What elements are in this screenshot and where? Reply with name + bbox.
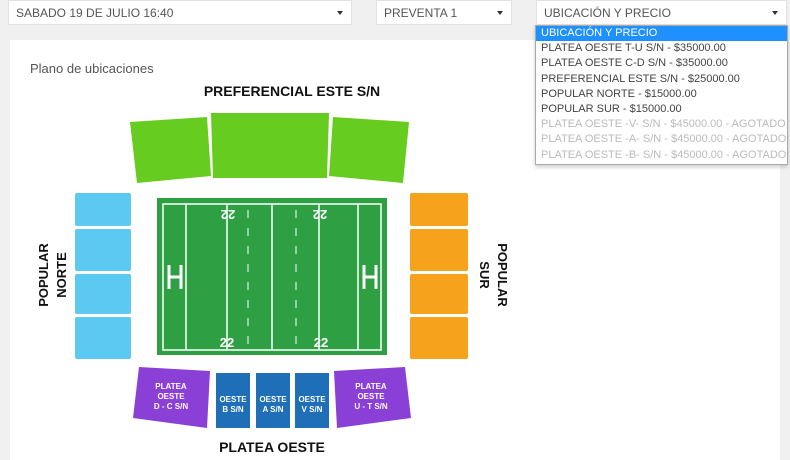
rugby-pitch: 22 22 22 22 [157,198,387,355]
section-label-line: U - T S/N [354,402,388,411]
dropdown-option[interactable]: POPULAR NORTE - $15000.00 [536,87,787,102]
south-label-line2: SUR [477,261,492,289]
section-label-line: PLATEA [355,382,387,391]
dropdown-option[interactable]: UBICACIÓN Y PRECIO [536,26,787,42]
north-label-line2: NORTE [54,252,69,298]
section-label-line: OESTE [259,395,287,404]
section-platea-oeste-dc[interactable]: PLATEA OESTE D - C S/N [133,367,210,428]
north-block-4 [75,317,131,359]
east-stand-center [211,113,329,178]
dropdown-option[interactable]: PREFERENCIAL ESTE S/N - $25000.00 [536,72,787,87]
plan-title: Plano de ubicaciones [30,61,154,76]
field-mark-top-right: 22 [313,207,327,222]
north-label-line1: POPULAR [36,243,51,307]
east-stand-left [130,117,211,183]
north-block-1 [75,193,131,226]
section-label-line: V S/N [302,405,323,414]
field-mark-bottom-left: 22 [220,335,234,350]
south-block-3 [410,274,468,314]
section-oeste-b[interactable]: OESTE B S/N [216,373,250,428]
dropdown-option[interactable]: PLATEA OESTE C-D S/N - $35000.00 [536,56,787,71]
section-label-line: D - C S/N [154,402,188,411]
dropdown-option: PLATEA OESTE -B- S/N - $45000.00 - AGOTA… [541,148,787,161]
section-oeste-a[interactable]: OESTE A S/N [256,373,290,428]
location-dropdown-list: UBICACIÓN Y PRECIO PLATEA OESTE T-U S/N … [535,25,788,165]
west-stand-label: PLATEA OESTE [219,439,325,453]
section-popular-norte[interactable] [75,193,131,359]
section-label-line: B S/N [222,405,244,414]
section-label-line: OESTE [298,395,326,404]
north-block-2 [75,229,131,271]
south-label-line1: POPULAR [495,243,510,307]
section-label-line: PLATEA [155,382,187,391]
dropdown-option: PLATEA OESTE -A- S/N - $45000.00 - AGOTA… [541,133,787,146]
section-preferencial-este[interactable] [130,113,409,183]
field-mark-bottom-right: 22 [314,335,328,350]
section-label-line: OESTE [157,392,185,401]
north-block-3 [75,274,131,314]
section-popular-sur[interactable] [410,193,468,359]
south-block-1 [410,193,468,226]
field-mark-top-left: 22 [221,207,235,222]
dropdown-option[interactable]: PLATEA OESTE T-U S/N - $35000.00 [536,41,787,56]
section-label-line: A S/N [262,405,283,414]
section-platea-oeste-ut[interactable]: PLATEA OESTE U - T S/N [334,367,411,428]
dropdown-option[interactable]: POPULAR SUR - $15000.00 [536,102,787,117]
section-label-line: OESTE [357,392,385,401]
south-block-2 [410,229,468,271]
section-oeste-v[interactable]: OESTE V S/N [295,373,329,428]
east-stand-label: PREFERENCIAL ESTE S/N [204,83,380,99]
section-label-line: OESTE [219,395,247,404]
east-stand-right [329,117,409,183]
dropdown-option: PLATEA OESTE -V- S/N - $45000.00 - AGOTA… [541,118,786,131]
south-block-4 [410,317,468,359]
